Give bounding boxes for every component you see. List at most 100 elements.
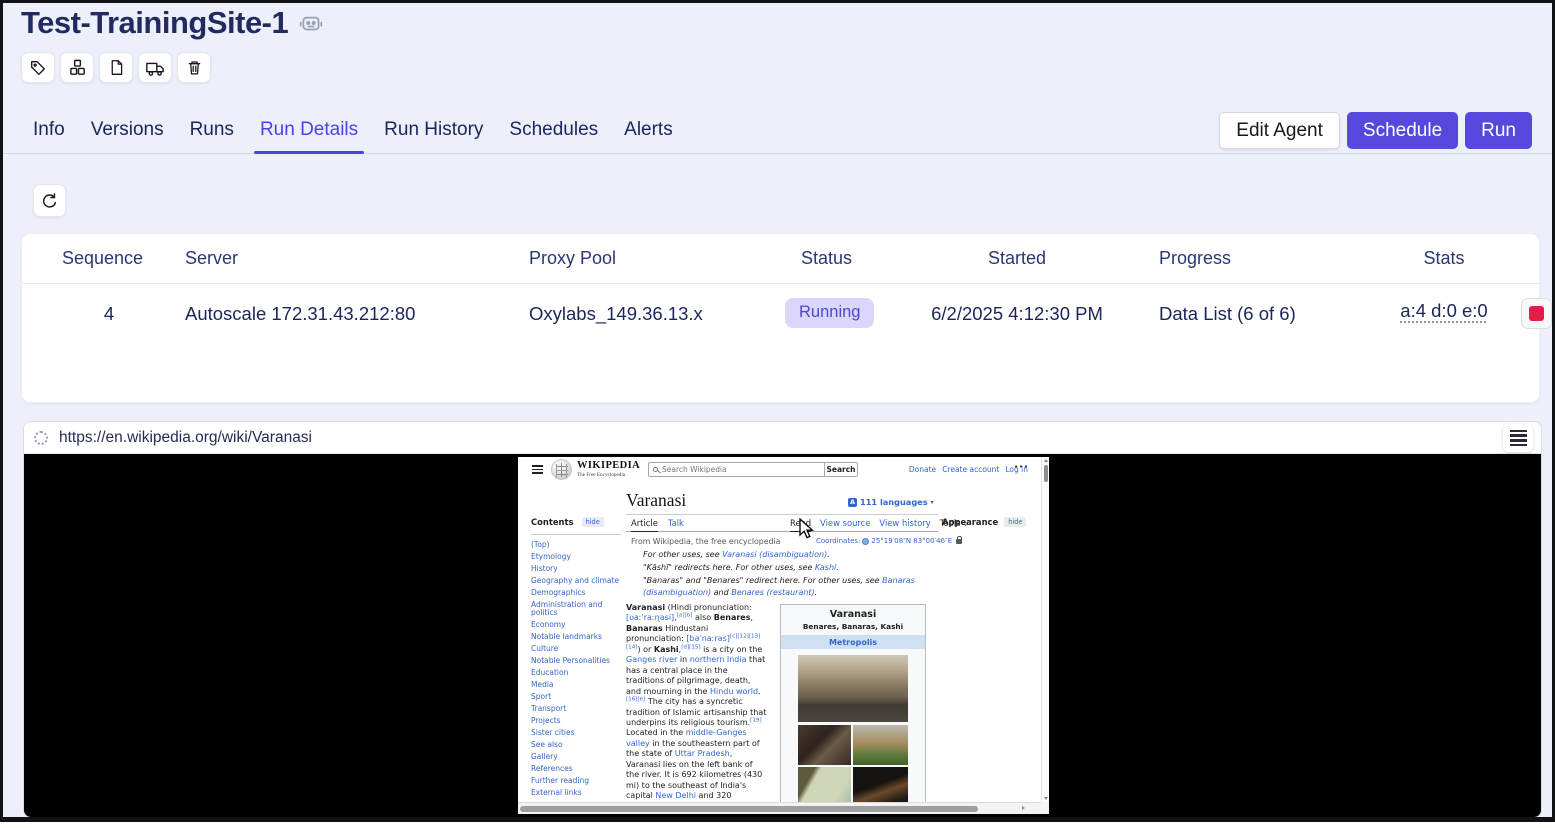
riverfront-ghats-photo — [798, 655, 908, 722]
tab[interactable]: Versions — [91, 106, 164, 153]
tab[interactable]: Run History — [384, 106, 483, 153]
tab[interactable]: Info — [33, 106, 65, 153]
wiki-tab[interactable]: Article — [631, 518, 658, 532]
scroll-down-arrow[interactable] — [1044, 797, 1048, 800]
edit-agent-button[interactable]: Edit Agent — [1219, 112, 1340, 149]
infobox: Varanasi Benares, Banaras, Kashi Metropo… — [780, 604, 926, 814]
action-buttons: Edit Agent Schedule Run — [1219, 112, 1532, 149]
wiki-horizontal-scrollbar[interactable] — [518, 802, 1041, 814]
article-lead-paragraph: Varanasi (Hindi pronunciation: [ʋaːˈraːɳ… — [626, 603, 768, 814]
contents-hide-toggle[interactable]: hide — [582, 517, 604, 527]
delete-button[interactable] — [177, 52, 211, 83]
tab[interactable]: Run Details — [260, 106, 358, 153]
toc-item[interactable]: Etymology — [531, 553, 621, 561]
from-wikipedia-line: From Wikipedia, the free encyclopedia — [631, 537, 780, 546]
wiki-top-link[interactable]: Donate — [909, 465, 936, 474]
wiki-vertical-scrollbar[interactable] — [1041, 457, 1049, 802]
tab[interactable]: Schedules — [509, 106, 598, 153]
globe-icon — [862, 538, 869, 545]
lock-icon — [956, 539, 962, 544]
wiki-top-link[interactable]: Create account — [942, 465, 999, 474]
trash-icon — [186, 59, 203, 76]
wiki-account-links: DonateCreate accountLog in — [878, 465, 1028, 474]
stop-run-button[interactable] — [1521, 298, 1552, 329]
toc-item[interactable]: Sport — [531, 693, 621, 701]
wiki-wordmark[interactable]: WIKIPEDIA — [577, 460, 640, 471]
preview-menu-button[interactable] — [1503, 424, 1533, 452]
schedule-button[interactable]: Schedule — [1347, 112, 1458, 149]
refresh-icon — [41, 192, 58, 209]
scroll-right-arrow[interactable] — [1022, 806, 1025, 810]
tag-button[interactable] — [21, 52, 55, 83]
palace-lawn-photo — [853, 725, 908, 765]
proxy-pool-button[interactable] — [60, 52, 94, 83]
wikipedia-logo[interactable] — [551, 459, 572, 480]
screencast-area: WIKIPEDIA The Free Encyclopedia Search W… — [24, 454, 1541, 817]
refresh-button[interactable] — [33, 184, 66, 217]
vertical-scroll-thumb[interactable] — [1044, 465, 1049, 482]
toc-item[interactable]: See also — [531, 741, 621, 749]
wiki-tab[interactable]: View history — [879, 518, 930, 532]
article-tabs-left: Article Talk — [631, 518, 684, 532]
hamburger-menu-icon — [1510, 430, 1527, 432]
mouse-cursor — [799, 518, 815, 540]
page-title: Test-TrainingSite-1 — [21, 5, 288, 41]
appearance-panel: Appearance hide — [942, 517, 1026, 527]
toc-item[interactable]: Further reading — [531, 777, 621, 785]
toc-item[interactable]: Economy — [531, 621, 621, 629]
infobox-type-link[interactable]: Metropolis — [781, 635, 925, 649]
toc-item[interactable]: External links — [531, 789, 621, 797]
wiki-search-button[interactable]: Search — [824, 462, 858, 477]
runs-table-header: Sequence Server Proxy Pool Status Starte… — [22, 234, 1539, 284]
export-delivery-button[interactable] — [138, 52, 172, 83]
toc-item[interactable]: Culture — [531, 645, 621, 653]
toc-item[interactable]: Notable Personalities — [531, 657, 621, 665]
wikipedia-page: WIKIPEDIA The Free Encyclopedia Search W… — [518, 457, 1049, 814]
wiki-tab[interactable]: Talk — [668, 518, 684, 532]
toc-item[interactable]: Education — [531, 669, 621, 677]
wiki-search-input[interactable]: Search Wikipedia — [648, 462, 825, 477]
toc-item[interactable]: Sister cities — [531, 729, 621, 737]
tab[interactable]: Alerts — [624, 106, 673, 153]
col-proxy-pool: Proxy Pool — [529, 248, 616, 269]
toc-item[interactable]: Media — [531, 681, 621, 689]
col-stats: Stats — [1394, 248, 1494, 269]
coordinates-link[interactable]: Coordinates: 25°19′08″N 83°00′46″E — [816, 537, 962, 545]
contents-sidebar: Contents hide (Top)EtymologyHistoryGeogr… — [531, 517, 621, 801]
browser-preview-panel: https://en.wikipedia.org/wiki/Varanasi W… — [23, 421, 1542, 818]
toc-item[interactable]: Gallery — [531, 753, 621, 761]
toc-item[interactable]: Projects — [531, 717, 621, 725]
agent-toolbar — [21, 52, 211, 83]
file-icon — [108, 59, 125, 76]
wiki-tagline: The Free Encyclopedia — [577, 472, 625, 478]
wiki-hamburger-icon[interactable] — [532, 465, 543, 474]
toc-item[interactable]: Transport — [531, 705, 621, 713]
toc-item[interactable]: Administration and politics — [531, 601, 621, 618]
toc-item[interactable]: (Top) — [531, 541, 621, 549]
toc-item[interactable]: Notable landmarks — [531, 633, 621, 641]
header: Test-TrainingSite-1 — [21, 5, 324, 41]
article-title: Varanasi — [626, 490, 686, 511]
col-server: Server — [185, 248, 238, 269]
toc-item[interactable]: References — [531, 765, 621, 773]
wiki-tab[interactable]: View source — [820, 518, 870, 532]
col-sequence: Sequence — [62, 248, 143, 269]
appearance-hide-toggle[interactable]: hide — [1004, 517, 1026, 527]
col-progress: Progress — [1159, 248, 1231, 269]
toc-item[interactable]: Demographics — [531, 589, 621, 597]
runs-table: Sequence Server Proxy Pool Status Starte… — [21, 233, 1540, 403]
spinner-icon — [34, 431, 48, 445]
horizontal-scroll-thumb[interactable] — [520, 806, 978, 813]
run-button[interactable]: Run — [1465, 112, 1532, 149]
stop-square-icon — [1529, 306, 1544, 321]
language-icon: A — [848, 498, 857, 507]
stats-link[interactable]: a:4 d:0 e:0 — [1394, 300, 1494, 322]
scroll-up-arrow[interactable] — [1044, 459, 1048, 462]
language-selector[interactable]: A 111 languages▾ — [848, 497, 934, 507]
row-started: 6/2/2025 4:12:30 PM — [917, 300, 1117, 328]
document-button[interactable] — [99, 52, 133, 83]
toc-item[interactable]: Geography and climate — [531, 577, 621, 585]
tab[interactable]: Runs — [190, 106, 234, 153]
wiki-more-menu[interactable]: ••• — [1014, 463, 1029, 471]
toc-item[interactable]: History — [531, 565, 621, 573]
